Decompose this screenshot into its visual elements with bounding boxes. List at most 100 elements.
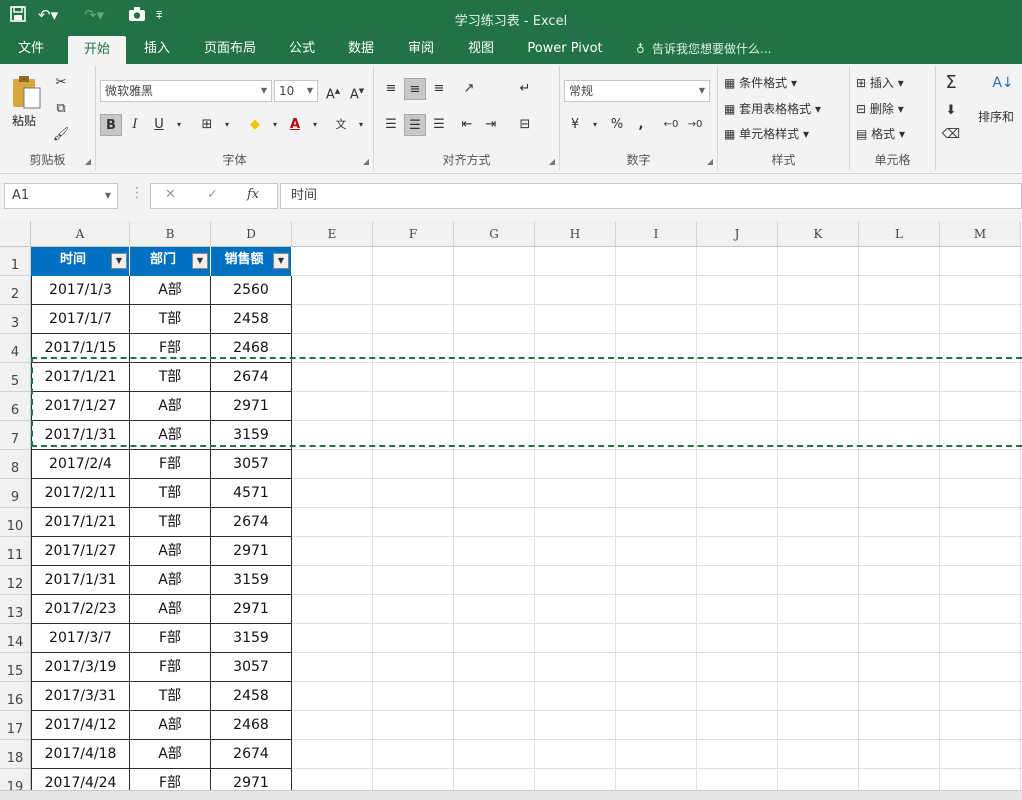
table-cell[interactable]: A部 — [130, 537, 211, 566]
row-header[interactable]: 6 — [0, 392, 31, 421]
clear-icon[interactable]: ⌫ — [940, 124, 962, 146]
row-header[interactable]: 11 — [0, 537, 31, 566]
row-header[interactable]: 9 — [0, 479, 31, 508]
cancel-icon[interactable]: ✕ — [165, 187, 176, 202]
borders-dropdown-icon[interactable]: ▾ — [216, 114, 238, 136]
filter-dropdown-icon[interactable]: ▼ — [273, 253, 289, 269]
align-right-icon[interactable]: ☰ — [428, 114, 450, 136]
underline-button[interactable]: U — [148, 114, 170, 136]
number-launcher-icon[interactable]: ◢ — [707, 157, 713, 166]
phonetic-dropdown-icon[interactable]: ▾ — [350, 114, 372, 136]
align-top-icon[interactable]: ≡ — [380, 78, 402, 100]
fill-color-dropdown-icon[interactable]: ▾ — [264, 114, 286, 136]
row-header[interactable]: 10 — [0, 508, 31, 537]
align-center-icon[interactable]: ☰ — [404, 114, 426, 136]
font-size-select[interactable]: 10 ▼ — [274, 80, 318, 102]
table-cell[interactable]: 2560 — [211, 276, 292, 305]
alignment-launcher-icon[interactable]: ◢ — [549, 157, 555, 166]
tab-data[interactable]: 数据 — [338, 34, 384, 64]
format-cells-button[interactable]: ▤ 格式 ▾ — [856, 123, 905, 145]
fill-color-icon[interactable]: ◆ — [244, 114, 266, 136]
table-cell[interactable]: 2017/1/3 — [31, 276, 130, 305]
tab-formulas[interactable]: 公式 — [280, 34, 324, 64]
borders-icon[interactable]: ⊞ — [196, 114, 218, 136]
row-header[interactable]: 16 — [0, 682, 31, 711]
underline-dropdown-icon[interactable]: ▾ — [168, 114, 190, 136]
percent-button[interactable]: % — [606, 114, 628, 136]
column-header[interactable]: J — [697, 221, 778, 247]
decrease-decimal-icon[interactable]: →0 — [684, 114, 706, 136]
row-header[interactable]: 3 — [0, 305, 31, 334]
table-cell[interactable]: F部 — [130, 769, 211, 790]
formula-input[interactable]: 时间 — [280, 183, 1022, 209]
row-header[interactable]: 19 — [0, 769, 31, 790]
copy-icon[interactable]: ⧉ — [50, 98, 72, 120]
font-launcher-icon[interactable]: ◢ — [363, 157, 369, 166]
decrease-indent-icon[interactable]: ⇤ — [456, 114, 478, 136]
table-cell[interactable]: A部 — [130, 740, 211, 769]
paste-icon[interactable] — [10, 74, 42, 113]
clipboard-launcher-icon[interactable]: ◢ — [85, 157, 91, 166]
tab-review[interactable]: 审阅 — [398, 34, 444, 64]
column-header[interactable]: B — [130, 221, 211, 247]
table-cell[interactable]: 2017/1/21 — [31, 508, 130, 537]
tab-insert[interactable]: 插入 — [134, 34, 180, 64]
format-painter-icon[interactable]: 🖌 — [50, 124, 72, 146]
column-header[interactable]: I — [616, 221, 697, 247]
align-bottom-icon[interactable]: ≡ — [428, 78, 450, 100]
filter-dropdown-icon[interactable]: ▼ — [111, 253, 127, 269]
paste-label[interactable]: 粘贴 — [12, 112, 36, 129]
table-header-cell[interactable]: 时间 ▼ — [31, 247, 130, 276]
row-header[interactable]: 5 — [0, 363, 31, 392]
fx-icon[interactable]: fx — [247, 187, 259, 202]
conditional-format-button[interactable]: ▦ 条件格式 ▾ — [724, 72, 797, 94]
column-header[interactable]: D — [211, 221, 292, 247]
increase-font-icon[interactable]: A▲ — [322, 80, 344, 102]
table-cell[interactable]: 2017/4/24 — [31, 769, 130, 790]
table-cell[interactable]: 2017/2/23 — [31, 595, 130, 624]
tab-view[interactable]: 视图 — [458, 34, 504, 64]
table-cell[interactable]: A部 — [130, 711, 211, 740]
column-header[interactable]: F — [373, 221, 454, 247]
table-cell[interactable]: 3057 — [211, 653, 292, 682]
table-cell[interactable]: A部 — [130, 566, 211, 595]
table-header-cell[interactable]: 销售额 ▼ — [211, 247, 292, 276]
table-cell[interactable]: 2674 — [211, 740, 292, 769]
column-header[interactable]: M — [940, 221, 1021, 247]
bold-button[interactable]: B — [100, 114, 122, 136]
table-cell[interactable]: 2017/4/18 — [31, 740, 130, 769]
merge-center-icon[interactable]: ⊟ — [514, 114, 536, 136]
table-cell[interactable]: 2468 — [211, 711, 292, 740]
insert-cells-button[interactable]: ⊞ 插入 ▾ — [856, 72, 904, 94]
table-cell[interactable]: T部 — [130, 508, 211, 537]
autosum-icon[interactable]: Σ — [940, 72, 962, 94]
table-cell[interactable]: 2017/2/4 — [31, 450, 130, 479]
enter-icon[interactable]: ✓ — [207, 187, 218, 202]
tab-file[interactable]: 文件 — [6, 34, 56, 64]
font-name-select[interactable]: 微软雅黑 ▼ — [100, 80, 272, 102]
row-header[interactable]: 4 — [0, 334, 31, 363]
table-cell[interactable]: 2458 — [211, 682, 292, 711]
table-cell[interactable]: 2017/4/12 — [31, 711, 130, 740]
table-cell[interactable]: 2971 — [211, 769, 292, 790]
tab-page-layout[interactable]: 页面布局 — [194, 34, 266, 64]
sheet-tab-bar[interactable] — [0, 790, 1022, 800]
fill-icon[interactable]: ⬇ — [940, 100, 962, 122]
sort-filter-icon[interactable]: A↓ — [992, 72, 1014, 94]
row-header[interactable]: 2 — [0, 276, 31, 305]
row-header[interactable]: 17 — [0, 711, 31, 740]
table-cell[interactable]: T部 — [130, 682, 211, 711]
currency-icon[interactable]: ¥ — [564, 114, 586, 136]
row-header[interactable]: 12 — [0, 566, 31, 595]
decrease-font-icon[interactable]: A▼ — [346, 80, 368, 102]
cell-styles-button[interactable]: ▦ 单元格样式 ▾ — [724, 123, 809, 145]
sort-filter-label[interactable]: 排序和 — [978, 106, 1014, 128]
format-as-table-button[interactable]: ▦ 套用表格格式 ▾ — [724, 98, 821, 120]
number-format-select[interactable]: 常规 ▼ — [564, 80, 710, 102]
table-cell[interactable]: T部 — [130, 305, 211, 334]
table-cell[interactable]: 2017/3/31 — [31, 682, 130, 711]
row-header[interactable]: 15 — [0, 653, 31, 682]
table-cell[interactable]: 4571 — [211, 479, 292, 508]
table-cell[interactable]: T部 — [130, 479, 211, 508]
table-cell[interactable]: 2017/3/7 — [31, 624, 130, 653]
